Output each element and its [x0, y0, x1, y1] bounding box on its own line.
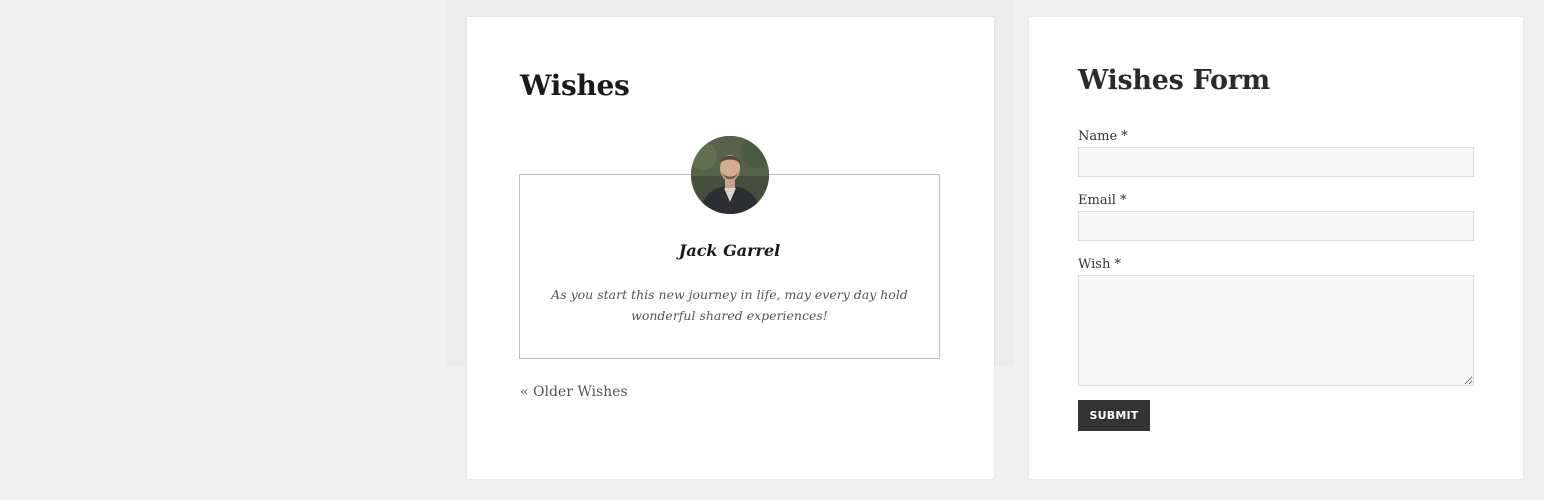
wishes-form-panel: Wishes Form Name * Email * Wish * SUBMIT — [1029, 17, 1523, 479]
submit-button[interactable]: SUBMIT — [1078, 400, 1150, 431]
name-label: Name * — [1078, 129, 1128, 144]
wish-text: As you start this new journey in life, m… — [551, 287, 908, 323]
person-photo-icon — [691, 136, 769, 214]
wishes-title: Wishes — [520, 69, 630, 102]
wishes-form-title: Wishes Form — [1078, 65, 1270, 96]
email-label: Email * — [1078, 193, 1127, 208]
wish-author-name: Jack Garrel — [678, 241, 781, 260]
older-wishes-link[interactable]: « Older Wishes — [520, 384, 628, 400]
wishes-panel: Wishes Jack Garrel As you start this new… — [467, 17, 994, 479]
wish-textarea[interactable] — [1078, 275, 1474, 386]
avatar — [691, 136, 769, 214]
wish-label: Wish * — [1078, 257, 1121, 272]
email-field[interactable] — [1078, 211, 1474, 241]
name-field[interactable] — [1078, 147, 1474, 177]
